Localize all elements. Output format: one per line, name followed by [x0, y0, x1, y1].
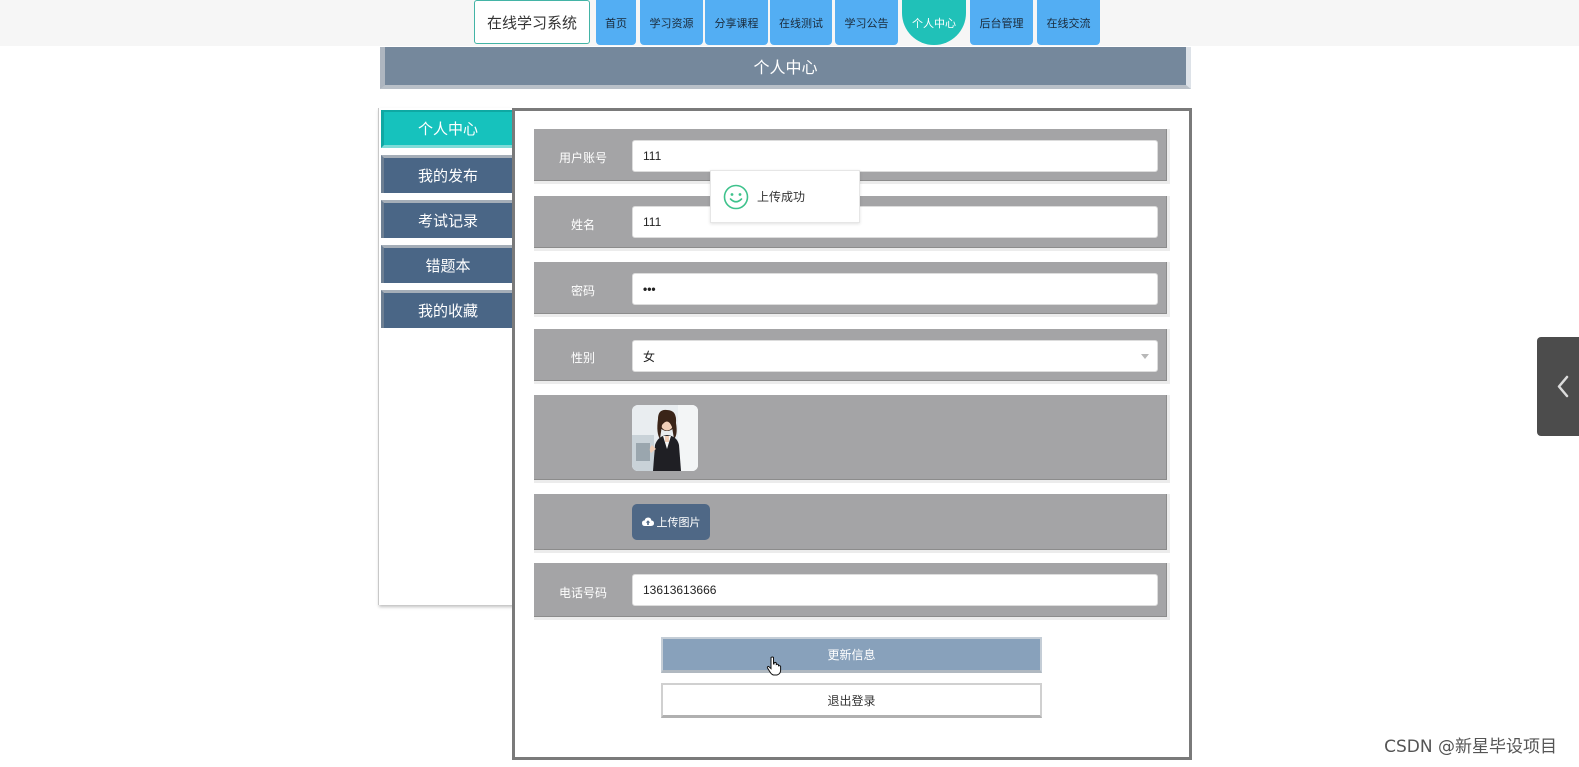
cloud-upload-icon — [641, 517, 654, 526]
side-panel-toggle[interactable] — [1537, 337, 1579, 436]
password-input[interactable]: ••• — [632, 273, 1158, 305]
sidebar-item-my-posts[interactable]: 我的发布 — [381, 155, 512, 193]
smile-icon — [723, 184, 749, 209]
form-row-phone: 电话号码 13613613666 — [534, 563, 1170, 620]
form-row-gender: 性别 女 — [534, 329, 1170, 384]
nav-item-notices[interactable]: 学习公告 — [835, 0, 898, 45]
sidebar-item-wrong-questions[interactable]: 错题本 — [381, 245, 512, 283]
gender-select-value: 女 — [643, 349, 656, 364]
phone-label: 电话号码 — [558, 586, 607, 600]
sidebar-item-favorites[interactable]: 我的收藏 — [381, 290, 512, 328]
form-row-upload: 上传图片 — [534, 494, 1170, 553]
chevron-down-icon — [1141, 354, 1149, 359]
nav-item-chat[interactable]: 在线交流 — [1037, 0, 1100, 45]
nav-item-resources[interactable]: 学习资源 — [640, 0, 703, 45]
gender-label: 性别 — [570, 351, 595, 365]
page-title: 个人中心 — [380, 47, 1191, 89]
sidebar: 个人中心 我的发布 考试记录 错题本 我的收藏 — [378, 108, 513, 605]
nav-item-admin[interactable]: 后台管理 — [970, 0, 1033, 45]
upload-success-toast: 上传成功 — [710, 170, 860, 223]
nav-item-home[interactable]: 首页 — [596, 0, 636, 45]
sidebar-item-exam-records[interactable]: 考试记录 — [381, 200, 512, 238]
sidebar-item-personal-center[interactable]: 个人中心 — [381, 110, 512, 148]
nav-item-online-test[interactable]: 在线测试 — [770, 0, 832, 45]
site-brand[interactable]: 在线学习系统 — [474, 0, 590, 44]
form-row-avatar — [534, 395, 1170, 483]
upload-image-label: 上传图片 — [656, 516, 701, 529]
logout-button[interactable]: 退出登录 — [661, 683, 1042, 718]
hand-cursor-icon — [766, 656, 782, 676]
nav-item-courses[interactable]: 分享课程 — [705, 0, 768, 45]
avatar — [632, 405, 698, 471]
name-label: 姓名 — [570, 218, 595, 232]
chevron-left-icon — [1557, 375, 1569, 398]
csdn-watermark: CSDN @新星毕设项目 — [1384, 737, 1557, 757]
account-input[interactable]: 111 — [632, 140, 1158, 172]
phone-input[interactable]: 13613613666 — [632, 574, 1158, 606]
password-label: 密码 — [570, 284, 595, 298]
toast-message: 上传成功 — [757, 190, 806, 204]
upload-image-button[interactable]: 上传图片 — [632, 504, 710, 540]
update-info-button[interactable]: 更新信息 — [661, 637, 1042, 673]
avatar-photo — [632, 405, 698, 471]
form-row-password: 密码 ••• — [534, 262, 1170, 317]
account-label: 用户账号 — [558, 151, 607, 165]
gender-select[interactable]: 女 — [632, 340, 1158, 372]
